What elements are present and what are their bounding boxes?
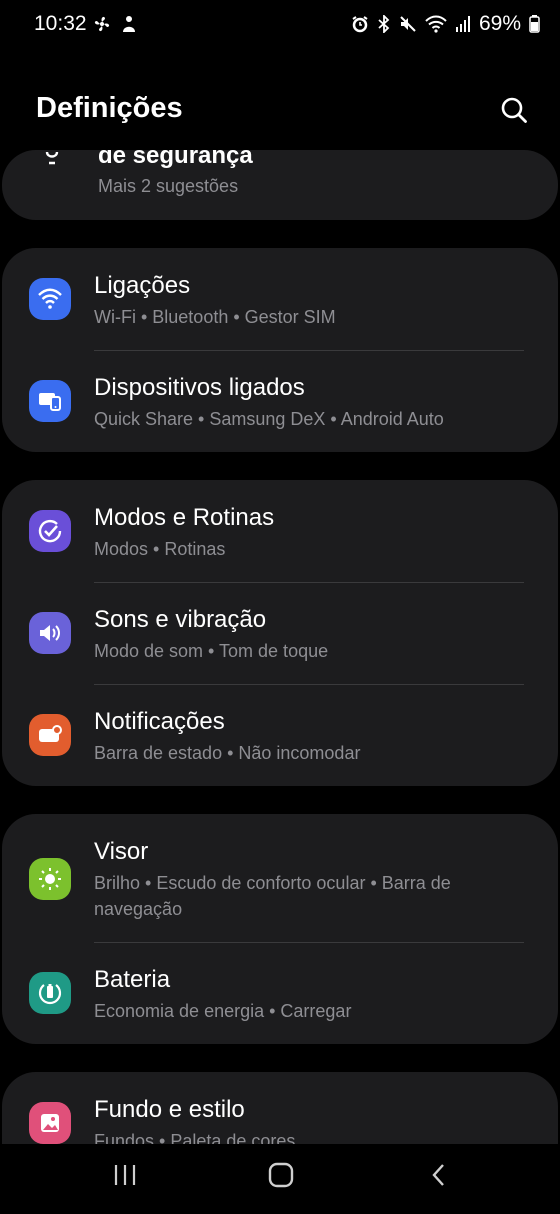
settings-item-subtitle: Wi-Fi • Bluetooth • Gestor SIM — [94, 307, 336, 327]
settings-group-connections: Ligações Wi-Fi • Bluetooth • Gestor SIM … — [2, 248, 558, 452]
battery-icon — [529, 15, 540, 33]
check-circle-icon — [29, 510, 71, 552]
settings-item-title: Visor — [94, 838, 149, 865]
bluetooth-icon — [377, 15, 391, 33]
battery-saver-icon — [29, 972, 71, 1014]
settings-item-subtitle: Quick Share • Samsung DeX • Android Auto — [94, 409, 444, 429]
signal-icon — [455, 15, 471, 33]
settings-item-title: Sons e vibração — [94, 606, 267, 633]
fan-icon — [92, 14, 112, 34]
app-header: Definições — [0, 80, 560, 140]
settings-item-notificacoes[interactable]: Notificações Barra de estado • Não incom… — [2, 684, 558, 786]
settings-item-dispositivos[interactable]: Dispositivos ligados Quick Share • Samsu… — [2, 350, 558, 452]
home-button[interactable] — [266, 1162, 296, 1188]
search-icon[interactable] — [498, 94, 530, 126]
devices-icon — [29, 380, 71, 422]
settings-item-title: Bateria — [94, 966, 171, 993]
status-bar: 10:32 69% — [0, 0, 560, 52]
settings-item-subtitle: Modos • Rotinas — [94, 539, 226, 559]
settings-item-title: Dispositivos ligados — [94, 374, 305, 401]
settings-item-sons[interactable]: Sons e vibração Modo de som • Tom de toq… — [2, 582, 558, 684]
wifi-icon — [29, 278, 71, 320]
lightbulb-icon — [42, 150, 62, 170]
navigation-bar — [0, 1146, 560, 1214]
settings-item-fundo[interactable]: Fundo e estilo Fundos • Paleta de cores — [2, 1072, 558, 1144]
settings-item-subtitle: Barra de estado • Não incomodar — [94, 743, 361, 763]
sun-icon — [29, 858, 71, 900]
status-time: 10:32 — [34, 12, 87, 35]
recent-apps-button[interactable] — [112, 1162, 138, 1188]
settings-group-modes: Modos e Rotinas Modos • Rotinas Sons e v… — [2, 480, 558, 786]
suggestion-subtitle: Mais 2 sugestões — [98, 176, 239, 196]
page-title: Definições — [36, 92, 183, 124]
alarm-icon — [351, 15, 369, 33]
notification-icon — [29, 714, 71, 756]
settings-group-style: Fundo e estilo Fundos • Paleta de cores — [2, 1072, 558, 1144]
settings-item-ligacoes[interactable]: Ligações Wi-Fi • Bluetooth • Gestor SIM — [2, 248, 558, 350]
settings-item-title: Ligações — [94, 272, 191, 299]
settings-group-display: Visor Brilho • Escudo de conforto ocular… — [2, 814, 558, 1044]
hand-notification-icon — [120, 14, 138, 34]
settings-item-subtitle: Brilho • Escudo de conforto ocular • Bar… — [94, 873, 451, 919]
suggestion-card[interactable]: de segurança Mais 2 sugestões — [2, 150, 558, 220]
back-button[interactable] — [428, 1162, 450, 1188]
speaker-icon — [29, 612, 71, 654]
settings-item-title: Fundo e estilo — [94, 1096, 245, 1123]
settings-item-title: Modos e Rotinas — [94, 504, 275, 531]
wifi-icon — [425, 15, 447, 33]
settings-item-title: Notificações — [94, 708, 225, 735]
settings-item-visor[interactable]: Visor Brilho • Escudo de conforto ocular… — [2, 814, 558, 942]
mute-icon — [399, 15, 417, 33]
settings-item-subtitle: Economia de energia • Carregar — [94, 1001, 352, 1021]
battery-percent: 69% — [478, 12, 521, 35]
settings-item-subtitle: Modo de som • Tom de toque — [94, 641, 329, 661]
settings-item-bateria[interactable]: Bateria Economia de energia • Carregar — [2, 942, 558, 1044]
settings-item-subtitle: Fundos • Paleta de cores — [94, 1131, 296, 1144]
suggestion-title: de segurança — [98, 150, 253, 169]
settings-item-modos[interactable]: Modos e Rotinas Modos • Rotinas — [2, 480, 558, 582]
wallpaper-icon — [29, 1102, 71, 1144]
